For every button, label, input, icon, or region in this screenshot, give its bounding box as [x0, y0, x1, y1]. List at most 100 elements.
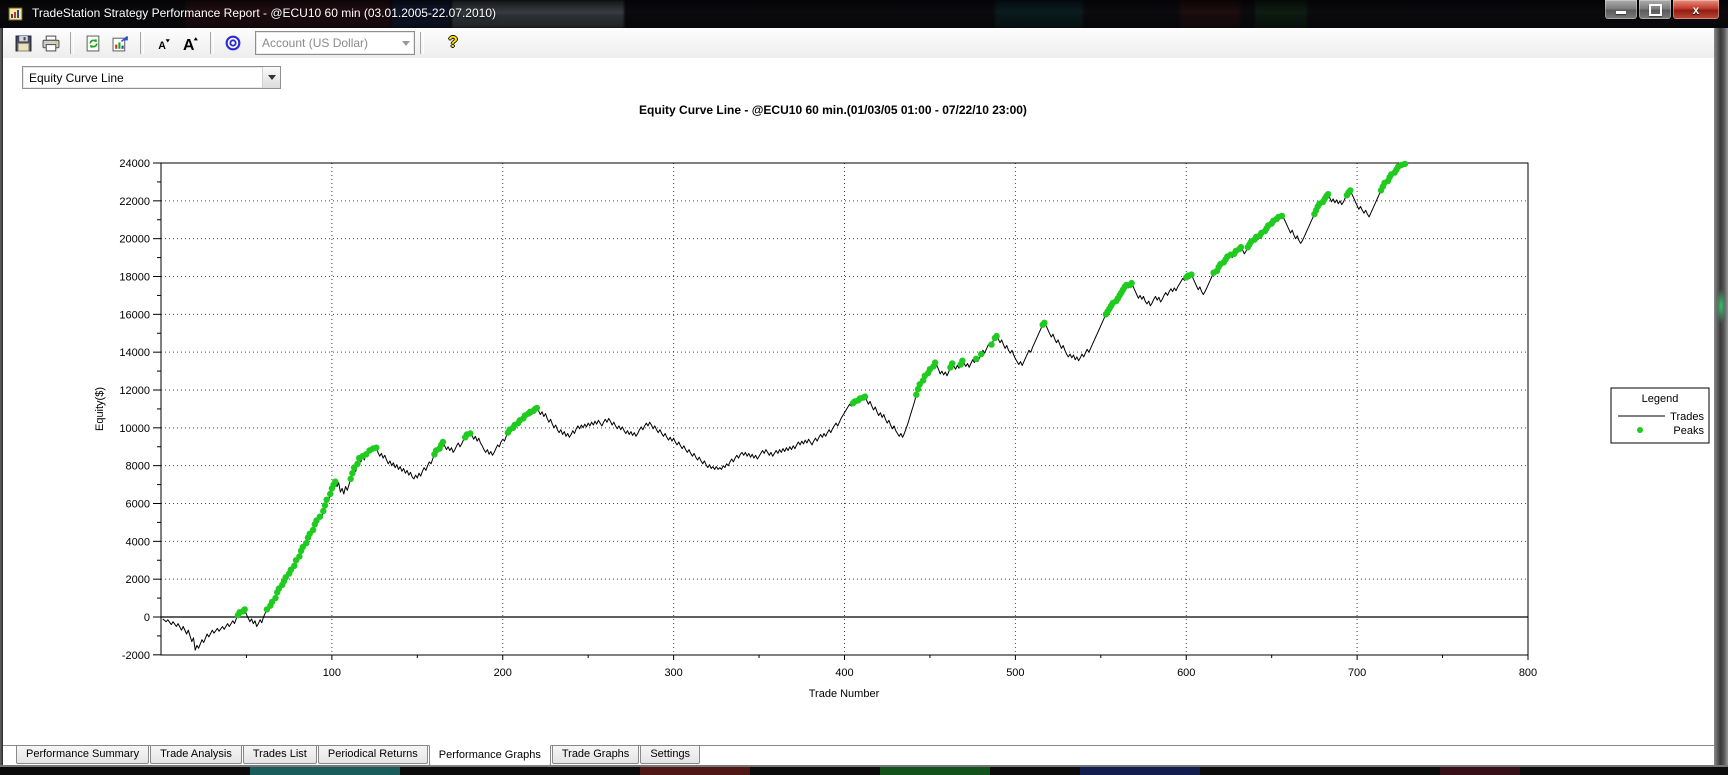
- y-tick-label: 12000: [119, 385, 150, 397]
- y-tick-label: 14000: [119, 347, 150, 359]
- peak-dot: [949, 360, 955, 366]
- target-button[interactable]: [221, 31, 245, 55]
- y-tick-label: 20000: [119, 234, 150, 246]
- peak-dot: [332, 479, 338, 485]
- window-edge-left: [0, 28, 3, 767]
- app-icon: [8, 6, 24, 22]
- toolbar-separator: [210, 32, 214, 54]
- svg-text:A: A: [158, 39, 166, 51]
- minimize-button[interactable]: [1604, 0, 1638, 20]
- x-tick-label: 200: [494, 667, 512, 679]
- peak-dot: [932, 359, 938, 365]
- x-tick-label: 600: [1177, 667, 1195, 679]
- peak-dot: [1188, 271, 1194, 277]
- background-window-fragment: [1080, 767, 1200, 775]
- graph-type-combo-arrow[interactable]: [262, 67, 280, 88]
- peak-dot: [993, 333, 999, 339]
- help-icon: ?: [448, 34, 458, 52]
- y-tick-label: 8000: [126, 461, 150, 473]
- peak-dot: [959, 358, 965, 364]
- tab-performance-graphs[interactable]: Performance Graphs: [429, 745, 551, 766]
- peak-dot: [320, 508, 326, 514]
- background-window-fragment: [880, 767, 990, 775]
- svg-text:A: A: [183, 37, 195, 52]
- window-edge-right: [1714, 28, 1728, 767]
- print-icon: [42, 35, 60, 52]
- maximize-icon: [1649, 4, 1662, 16]
- account-combo[interactable]: Account (US Dollar): [255, 31, 415, 55]
- peak-dot: [242, 606, 248, 612]
- peak-dot: [317, 514, 323, 520]
- legend: Legend Trades Peaks: [1611, 388, 1709, 443]
- peak-dot: [310, 527, 316, 533]
- peak-dot: [1325, 191, 1331, 197]
- tab-trades-list[interactable]: Trades List: [243, 746, 317, 764]
- peak-dot: [354, 461, 360, 467]
- window-title: TradeStation Strategy Performance Report…: [32, 6, 496, 20]
- y-tick-label: 10000: [119, 423, 150, 435]
- peak-dot: [973, 356, 979, 362]
- graph-type-combo-value: Equity Curve Line: [23, 71, 262, 85]
- chart-axes: -2000 0 2000 4000 6000 8000 10000 12000 14000 160…: [119, 158, 1537, 679]
- peak-dot: [913, 392, 919, 398]
- target-icon: [224, 34, 242, 52]
- peak-dot: [978, 351, 984, 357]
- account-combo-arrow: [397, 32, 414, 54]
- peak-dot: [1128, 280, 1134, 286]
- peak-dot: [1402, 161, 1408, 167]
- peak-dot: [327, 491, 333, 497]
- account-combo-value: Account (US Dollar): [256, 36, 397, 50]
- peak-dot: [348, 476, 354, 482]
- font-increase-icon: A: [182, 34, 200, 52]
- chevron-down-icon: [268, 75, 276, 80]
- x-tick-label: 800: [1519, 667, 1537, 679]
- close-icon: x: [1693, 3, 1700, 17]
- x-tick-label: 100: [323, 667, 341, 679]
- x-tick-label: 300: [664, 667, 682, 679]
- y-tick-label: 16000: [119, 309, 150, 321]
- legend-dot-sample: [1637, 427, 1643, 433]
- print-button[interactable]: [39, 31, 63, 55]
- x-tick-label: 400: [835, 667, 853, 679]
- decrease-font-button[interactable]: A: [151, 31, 175, 55]
- help-button[interactable]: ?: [441, 31, 465, 55]
- report-content: Equity Curve Line Equity Curve Line - @E…: [3, 58, 1714, 745]
- background-window-fragment: [640, 767, 750, 775]
- tab-periodical-returns[interactable]: Periodical Returns: [318, 746, 428, 764]
- desktop-glow: [1716, 288, 1726, 324]
- y-tick-label: 6000: [126, 499, 150, 511]
- graph-type-combo[interactable]: Equity Curve Line: [22, 66, 281, 89]
- equity-curve-chart: Equity Curve Line - @ECU10 60 min.(01/03…: [3, 95, 1728, 745]
- peak-dot: [862, 393, 868, 399]
- save-button[interactable]: [11, 31, 35, 55]
- peak-dot: [324, 497, 330, 503]
- y-tick-label: 4000: [126, 536, 150, 548]
- increase-font-button[interactable]: A: [179, 31, 203, 55]
- y-tick-label: 0: [144, 612, 150, 624]
- y-tick-label: -2000: [122, 650, 150, 662]
- legend-title: Legend: [1642, 393, 1679, 405]
- y-tick-label: 18000: [119, 272, 150, 284]
- tab-trade-graphs[interactable]: Trade Graphs: [552, 746, 639, 764]
- tab-performance-summary[interactable]: Performance Summary: [16, 746, 149, 764]
- report-settings-button[interactable]: [109, 31, 133, 55]
- font-decrease-icon: A: [155, 35, 172, 52]
- chart-title: Equity Curve Line - @ECU10 60 min.(01/03…: [639, 103, 1027, 117]
- report-settings-icon: [112, 35, 130, 52]
- peak-dot: [349, 470, 355, 476]
- x-tick-label: 500: [1006, 667, 1024, 679]
- refresh-icon: [85, 35, 102, 52]
- tab-trade-analysis[interactable]: Trade Analysis: [150, 746, 242, 764]
- close-button[interactable]: x: [1672, 0, 1720, 20]
- legend-peaks-label: Peaks: [1673, 425, 1704, 437]
- refresh-report-button[interactable]: [81, 31, 105, 55]
- peak-dot: [988, 341, 994, 347]
- peak-dot: [1347, 187, 1353, 193]
- tab-settings[interactable]: Settings: [640, 746, 700, 764]
- toolbar-separator: [420, 32, 424, 54]
- maximize-button[interactable]: [1638, 0, 1672, 20]
- y-tick-label: 2000: [126, 574, 150, 586]
- peak-dot: [440, 439, 446, 445]
- toolbar-separator: [140, 32, 144, 54]
- y-tick-label: 24000: [119, 158, 150, 170]
